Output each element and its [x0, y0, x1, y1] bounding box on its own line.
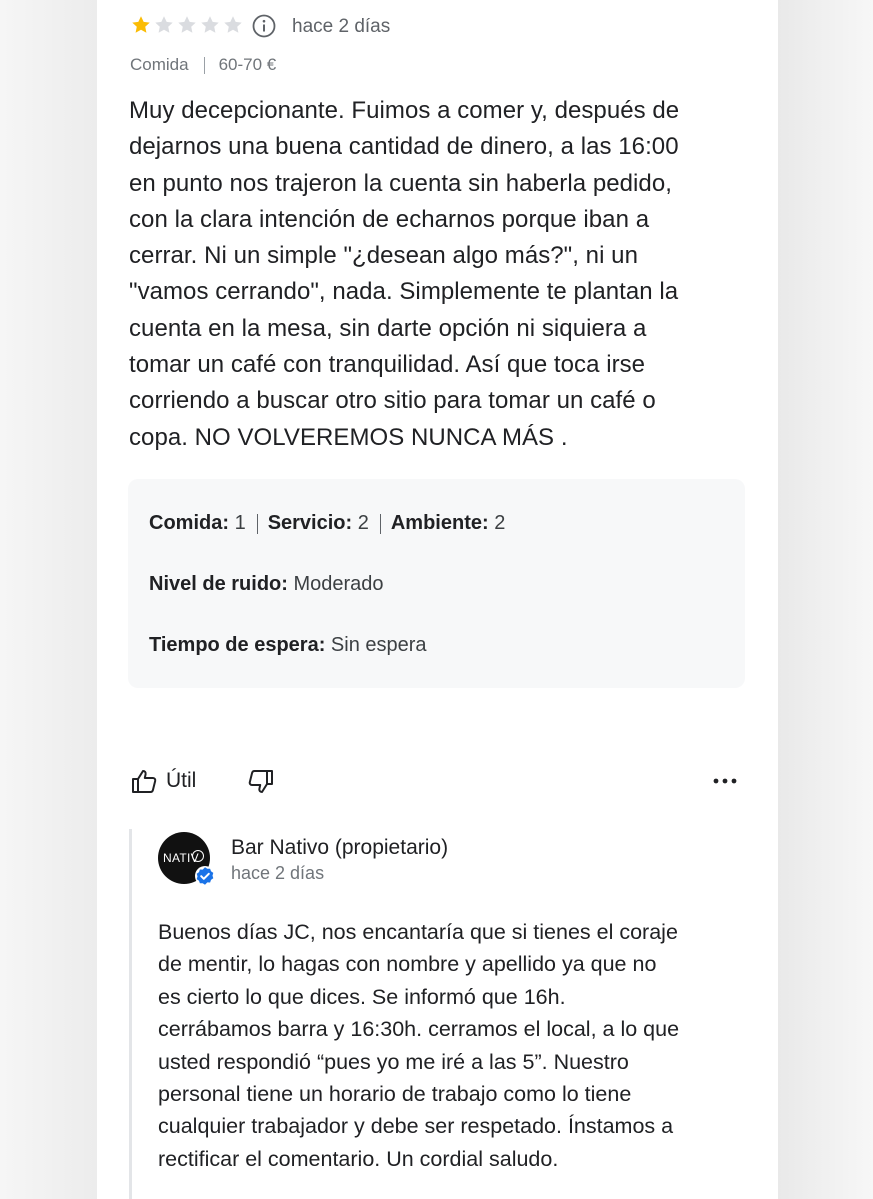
review-line: dejarnos una buena cantidad de dinero, a… [129, 133, 679, 161]
wait-label: Tiempo de espera: [149, 634, 326, 656]
thumbs-down-icon[interactable] [247, 768, 275, 796]
meal-type: Comida [130, 55, 189, 74]
reply-line: usted respondió “pues yo me iré a las 5”… [158, 1049, 629, 1074]
food-value: 1 [234, 512, 246, 534]
meta-divider [203, 56, 205, 74]
avatar-logo-ring [192, 850, 204, 862]
review-line: copa. NO VOLVEREMOS NUNCA MÁS . [129, 423, 568, 451]
owner-reply-text: Buenos días JC, nos encantaría que si ti… [158, 916, 758, 1175]
useful-button[interactable]: Útil [130, 766, 196, 796]
background-right [778, 0, 873, 1199]
review-line: cerrar. Ni un simple "¿desean algo más?"… [129, 242, 638, 270]
reply-line: personal tiene un horario de trabajo com… [158, 1082, 632, 1107]
review-line: Muy decepcionante. Fuimos a comer y, des… [129, 97, 680, 124]
noise-label: Nivel de ruido: [149, 573, 288, 595]
reply-line: es cierto lo que dices. Se informó que 1… [158, 984, 566, 1009]
star-filled-icon [132, 16, 150, 33]
review-text: Muy decepcionante. Fuimos a comer y, des… [129, 93, 769, 456]
review-line: tomar un café con tranquilidad. Así que … [129, 351, 646, 379]
background-left [0, 0, 97, 1199]
owner-name[interactable]: Bar Nativo (propietario) [231, 836, 448, 860]
ambience-value: 2 [494, 512, 506, 534]
review-line: cuenta en la mesa, sin darte opción ni s… [129, 314, 647, 342]
ratings-divider [379, 513, 381, 534]
service-label: Servicio: [267, 512, 353, 534]
review-line: corriendo a buscar otro sitio para tomar… [129, 387, 656, 415]
review-line: en punto nos trajeron la cuenta sin habe… [129, 169, 672, 197]
ratings-divider [256, 513, 258, 534]
reply-thread-line [129, 829, 132, 1199]
star-empty-icon [201, 16, 219, 33]
star-empty-icon [224, 16, 242, 33]
wait-time: Tiempo de espera: Sin espera [149, 634, 427, 657]
reply-line: cualquier trabajador y debe ser respetad… [158, 1114, 674, 1139]
price-range: 60-70 € [218, 55, 277, 74]
review-time: hace 2 días [292, 16, 391, 37]
info-icon[interactable] [252, 14, 276, 38]
review-line: "vamos cerrando", nada. Simplemente te p… [129, 278, 679, 306]
noise-level: Nivel de ruido: Moderado [149, 573, 384, 596]
star-rating [130, 14, 244, 38]
thumbs-up-icon [132, 770, 157, 793]
reply-line: Buenos días JC, nos encantaría que si ti… [158, 920, 678, 944]
ambience-label: Ambiente: [390, 512, 489, 534]
aspect-ratings: Comida: 1 Servicio: 2 Ambiente: 2 [149, 512, 505, 535]
review-meta: Comida 60-70 € [130, 55, 276, 75]
more-options-icon[interactable] [712, 772, 738, 790]
owner-reply-time: hace 2 días [231, 863, 325, 883]
useful-label: Útil [166, 769, 197, 792]
service-value: 2 [357, 512, 369, 534]
star-empty-icon [155, 16, 173, 33]
wait-value: Sin espera [330, 634, 427, 656]
noise-value: Moderado [293, 573, 384, 595]
verified-badge-icon [195, 866, 215, 886]
star-empty-icon [178, 16, 196, 33]
food-label: Comida: [149, 512, 229, 534]
review-line: con la clara intención de echarnos porqu… [129, 205, 650, 233]
reply-line: de mentir, lo hagas con nombre y apellid… [158, 952, 657, 977]
reply-line: cerrábamos barra y 16:30h. cerramos el l… [158, 1017, 680, 1042]
reply-line: rectificar el comentario. Un cordial sal… [158, 1146, 559, 1171]
